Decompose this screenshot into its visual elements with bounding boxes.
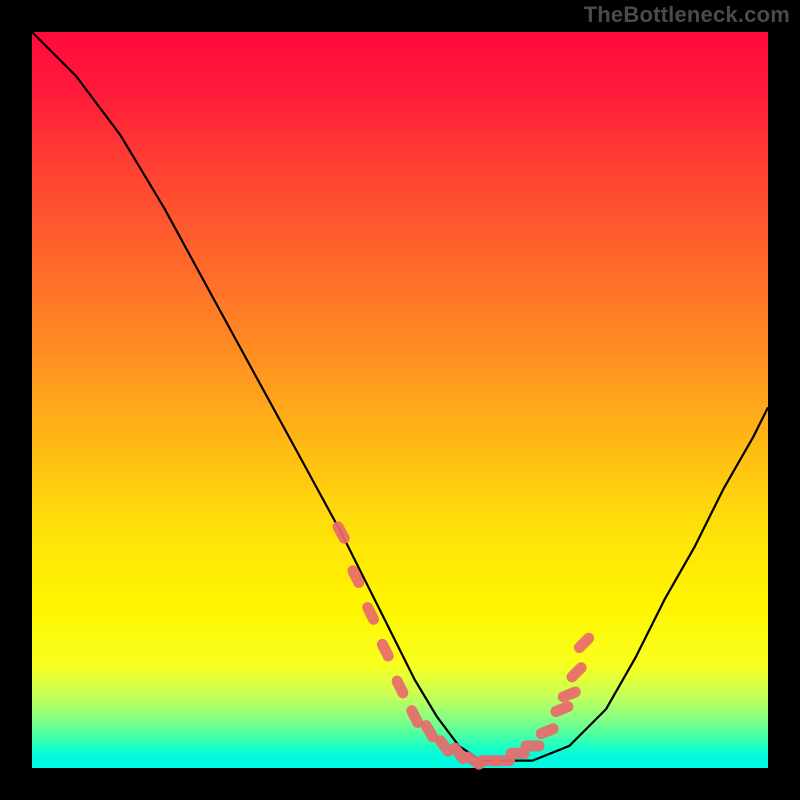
valley-marker	[390, 674, 411, 700]
bottleneck-curve	[32, 32, 768, 761]
valley-markers	[331, 519, 597, 772]
chart-frame: TheBottleneck.com	[0, 0, 800, 800]
valley-marker	[534, 722, 560, 741]
watermark-text: TheBottleneck.com	[584, 2, 790, 28]
plot-area	[32, 32, 768, 768]
valley-marker	[564, 660, 589, 685]
valley-marker	[572, 631, 597, 656]
curve-svg	[32, 32, 768, 768]
valley-marker	[549, 700, 575, 719]
valley-marker	[375, 637, 396, 663]
valley-marker	[556, 685, 582, 704]
valley-marker	[331, 519, 352, 545]
valley-marker	[521, 740, 545, 751]
curve-path	[32, 32, 768, 761]
